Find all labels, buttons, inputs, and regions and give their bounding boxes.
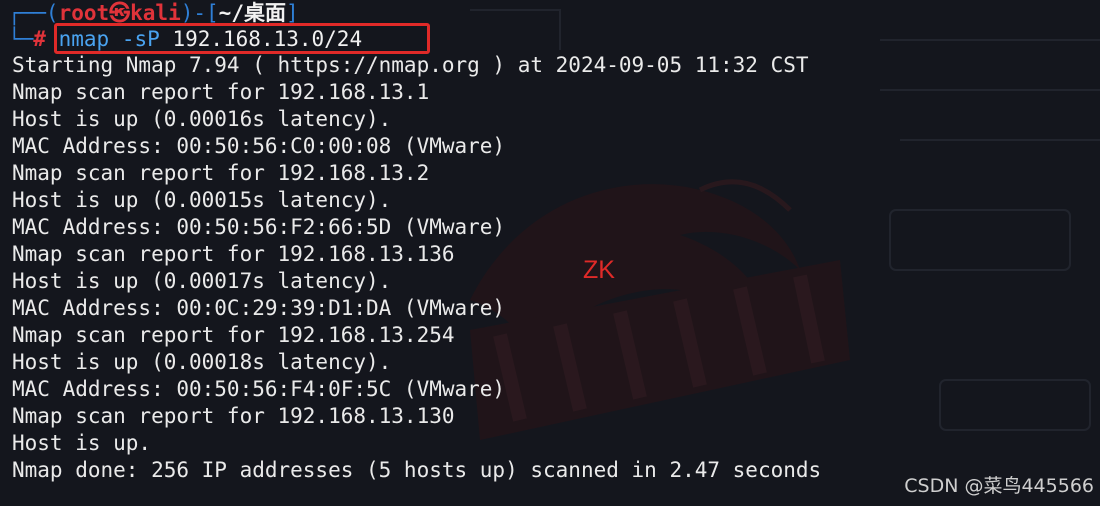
output-line: MAC Address: 00:50:56:F2:66:5D (VMware) — [12, 215, 506, 239]
prompt-separator: )-[ — [180, 1, 219, 25]
output-line: Host is up (0.00017s latency). — [12, 269, 392, 293]
output-line: Host is up. — [12, 431, 152, 455]
output-line: Nmap scan report for 192.168.13.130 — [12, 404, 455, 428]
output-line: Nmap scan report for 192.168.13.2 — [12, 161, 430, 185]
output-line: Nmap done: 256 IP addresses (5 hosts up)… — [12, 458, 822, 482]
prompt-user-host: root㉿kali — [58, 1, 181, 25]
prompt-corner-bottom: └─ — [8, 27, 34, 51]
terminal-output: Starting Nmap 7.94 ( https://nmap.org ) … — [12, 52, 821, 484]
command-highlight-box — [54, 23, 430, 54]
output-line: MAC Address: 00:0C:29:39:D1:DA (VMware) — [12, 296, 506, 320]
output-line: MAC Address: 00:50:56:C0:00:08 (VMware) — [12, 134, 506, 158]
output-line: Host is up (0.00016s latency). — [12, 107, 392, 131]
prompt-directory: ~/桌面 — [218, 1, 286, 25]
prompt-corner: ┌──( — [8, 1, 59, 25]
output-line: Nmap scan report for 192.168.13.136 — [12, 242, 455, 266]
output-line: Starting Nmap 7.94 ( https://nmap.org ) … — [12, 53, 809, 77]
annotation-label: ZK — [583, 256, 615, 284]
output-line: Host is up (0.00018s latency). — [12, 350, 392, 374]
output-line: Nmap scan report for 192.168.13.254 — [12, 323, 455, 347]
output-line: Nmap scan report for 192.168.13.1 — [12, 80, 430, 104]
root-hash-icon: # — [33, 27, 46, 51]
prompt-bracket-close: ] — [285, 1, 299, 25]
csdn-watermark: CSDN @菜鸟445566 — [904, 475, 1094, 497]
output-line: MAC Address: 00:50:56:F4:0F:5C (VMware) — [12, 377, 506, 401]
output-line: Host is up (0.00015s latency). — [12, 188, 392, 212]
